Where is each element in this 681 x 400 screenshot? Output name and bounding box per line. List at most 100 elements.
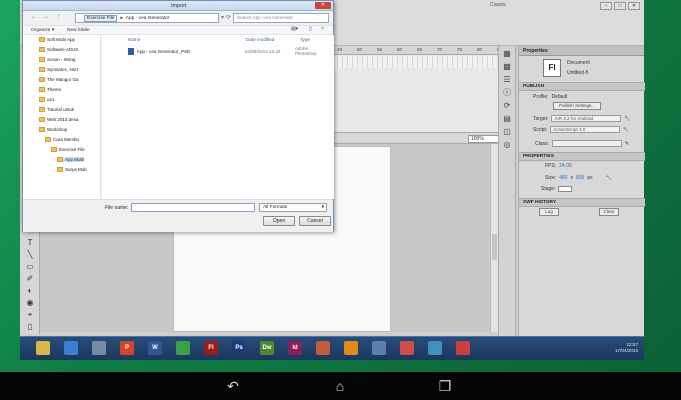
- stage-color-swatch[interactable]: [558, 186, 573, 192]
- maximize-button[interactable]: □: [614, 2, 626, 10]
- vertical-scrollbar[interactable]: [490, 144, 498, 332]
- preview-pane-icon[interactable]: ▯: [309, 27, 312, 32]
- dw-app-icon[interactable]: Dw: [260, 341, 274, 355]
- script-select[interactable]: ActionScript 3.0: [550, 126, 621, 133]
- timeline-frames[interactable]: [333, 56, 513, 68]
- class-edit-icon[interactable]: ✎: [625, 141, 629, 147]
- workspace-switcher[interactable]: Classic: [490, 2, 506, 8]
- help-icon[interactable]: ?: [321, 27, 324, 32]
- folder-icon: [57, 157, 63, 162]
- line-tool-icon[interactable]: ╲: [24, 250, 36, 260]
- ppt-app-icon[interactable]: P: [120, 341, 134, 355]
- view-options-icon[interactable]: ▤▾: [291, 27, 298, 32]
- transform-panel-icon[interactable]: ⟳: [501, 101, 513, 111]
- column-header-type[interactable]: Type: [300, 37, 310, 42]
- script-label: Script:: [533, 126, 548, 133]
- calc-app-icon[interactable]: [92, 341, 106, 355]
- script-settings-icon[interactable]: 🔧: [623, 127, 629, 133]
- word-app-icon[interactable]: W: [148, 341, 162, 355]
- timeline-tick: 80: [477, 47, 483, 52]
- properties-tab[interactable]: Properties: [519, 46, 644, 56]
- address-bar[interactable]: Exercise File ▸ App - cea Generator: [75, 13, 219, 23]
- publish-settings-button[interactable]: Publish Settings...: [553, 102, 601, 110]
- breadcrumb-chevron-icon[interactable]: ▸: [120, 16, 122, 21]
- system-tray[interactable]: 12:57 17/04/2013: [615, 342, 638, 354]
- chrome-app-icon[interactable]: [176, 341, 190, 355]
- class-input[interactable]: [551, 140, 622, 147]
- target-settings-icon[interactable]: 🔧: [624, 116, 630, 122]
- text-tool-icon[interactable]: T: [24, 238, 36, 248]
- minimize-button[interactable]: –: [600, 2, 612, 10]
- dialog-title-bar[interactable]: Import ✕: [23, 1, 333, 11]
- folder-icon: [39, 127, 45, 132]
- publish-section-header[interactable]: PUBLISH: [519, 82, 645, 91]
- info-panel-icon[interactable]: ⓘ: [501, 88, 513, 98]
- bucket-tool-icon[interactable]: ◉: [24, 298, 36, 308]
- file-row[interactable]: App - cea Generator_PSD 02/08/2013 12:33…: [106, 46, 330, 56]
- folder-tree[interactable]: Soft Mobi App Software ADUS Susun - Wong…: [23, 35, 101, 199]
- id-app-icon[interactable]: Id: [288, 341, 302, 355]
- size-unit: px: [587, 175, 593, 181]
- back-icon[interactable]: ↶: [224, 378, 242, 394]
- target-select[interactable]: AIR 3.2 for Android: [551, 115, 622, 122]
- address-dropdown-icon[interactable]: ▾: [221, 14, 224, 21]
- align-panel-icon[interactable]: ☰: [501, 75, 513, 85]
- timeline-panel[interactable]: 45 50 55 60 65 70 75 80 85: [332, 46, 513, 132]
- tree-item: Surya Mob: [57, 167, 87, 172]
- rec-app-icon[interactable]: [456, 341, 470, 355]
- document-settings-icon[interactable]: 🔧: [606, 175, 612, 181]
- vlc-app-icon[interactable]: [344, 341, 358, 355]
- forward-arrow-icon[interactable]: →: [43, 14, 49, 20]
- ps-app-icon[interactable]: Ps: [232, 341, 246, 355]
- close-button[interactable]: ✕: [628, 2, 640, 10]
- back-arrow-icon[interactable]: ←: [31, 14, 37, 20]
- fps-value[interactable]: 24.00: [559, 163, 572, 169]
- column-header-date[interactable]: Date modified: [246, 37, 274, 42]
- swf-log-button[interactable]: Log: [539, 208, 559, 216]
- swf-history-header[interactable]: SWF HISTORY: [519, 198, 645, 207]
- brush-tool-icon[interactable]: ◐: [24, 286, 36, 296]
- breadcrumb-segment[interactable]: App - cea Generator: [126, 16, 169, 21]
- flash-app-icon[interactable]: Fl: [204, 341, 218, 355]
- refresh-icon[interactable]: ⟳: [226, 14, 231, 21]
- up-arrow-icon[interactable]: ↑: [57, 14, 60, 20]
- scrollbar-thumb[interactable]: [492, 234, 497, 260]
- file-name-input[interactable]: [131, 203, 255, 212]
- net-app-icon[interactable]: [372, 341, 386, 355]
- search-input[interactable]: Search App -cea Generator: [233, 13, 329, 23]
- swf-clear-button[interactable]: Clear: [599, 208, 619, 216]
- recent-apps-icon[interactable]: ❐: [436, 378, 454, 394]
- file-format-select[interactable]: All Formats ▾: [259, 203, 327, 212]
- properties-section-header[interactable]: PROPERTIES: [519, 152, 645, 161]
- breadcrumb-segment[interactable]: Exercise File: [84, 14, 118, 22]
- stage-label: Stage:: [541, 186, 556, 192]
- folder-app-icon[interactable]: [36, 341, 50, 355]
- column-header-name[interactable]: Name: [128, 37, 140, 42]
- pencil-tool-icon[interactable]: ✐: [24, 274, 36, 284]
- swatches-panel-icon[interactable]: ▩: [501, 62, 513, 72]
- new-folder-button[interactable]: New folder: [67, 28, 90, 33]
- components-panel-icon[interactable]: ◫: [501, 127, 513, 137]
- size-width[interactable]: 480: [559, 175, 567, 181]
- paint-app-icon[interactable]: [316, 341, 330, 355]
- motion-presets-icon[interactable]: ◎: [501, 140, 513, 150]
- tree-item: Software ADUS: [39, 47, 78, 52]
- globe-app-icon[interactable]: [428, 341, 442, 355]
- eraser-tool-icon[interactable]: ▯: [24, 322, 36, 332]
- file-list[interactable]: Name Date modified Type App - cea Genera…: [102, 35, 334, 199]
- dialog-close-button[interactable]: ✕: [315, 2, 331, 9]
- folder-icon: [39, 77, 45, 82]
- organize-button[interactable]: Organize ▾: [31, 28, 54, 33]
- open-button[interactable]: Open: [263, 216, 295, 226]
- eyedropper-tool-icon[interactable]: ⌖: [24, 310, 36, 320]
- library-panel-icon[interactable]: ▤: [501, 114, 513, 124]
- cancel-button[interactable]: Cancel: [299, 216, 331, 226]
- fire-app-icon[interactable]: [400, 341, 414, 355]
- home-icon[interactable]: ⌂: [331, 378, 349, 394]
- size-height[interactable]: 800: [576, 175, 584, 181]
- color-panel-icon[interactable]: ▦: [501, 49, 513, 59]
- tree-item: Web 2013 desa: [39, 117, 78, 122]
- folder-icon: [57, 167, 63, 172]
- rectangle-tool-icon[interactable]: ▭: [24, 262, 36, 272]
- ie-app-icon[interactable]: [64, 341, 78, 355]
